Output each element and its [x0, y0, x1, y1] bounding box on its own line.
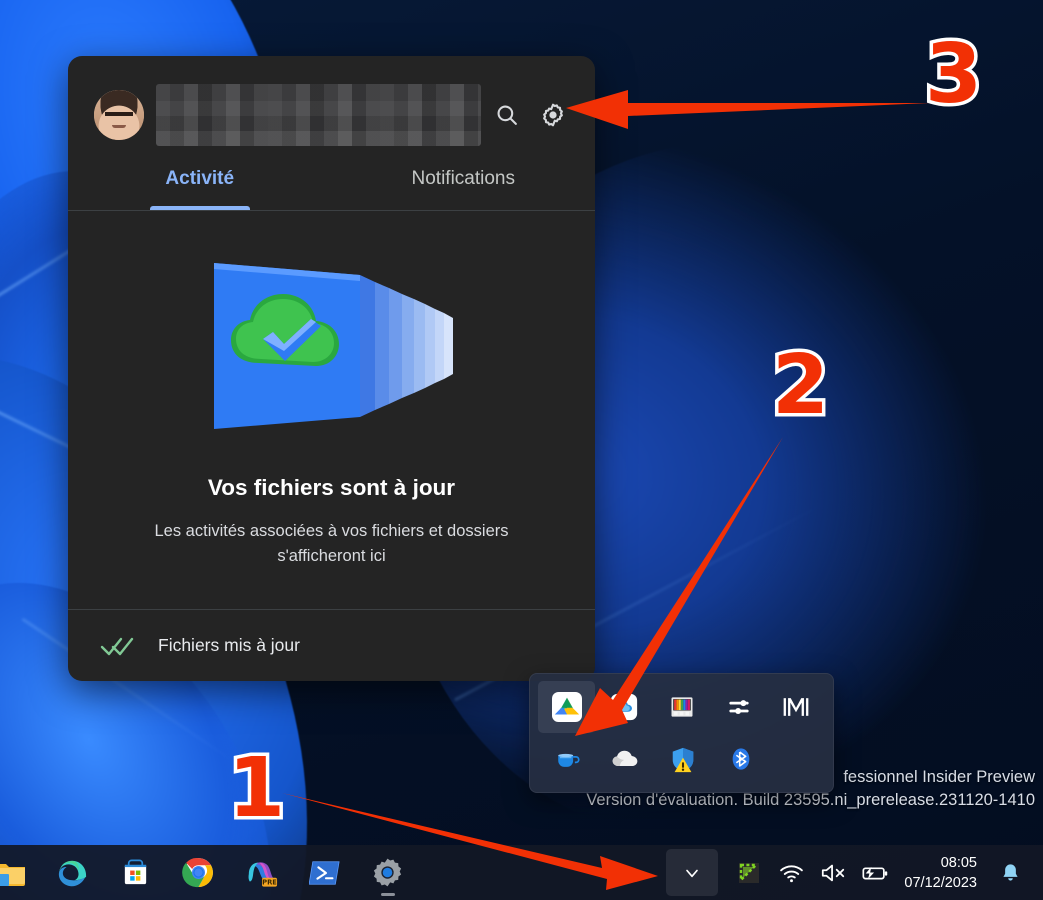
m-logo-icon[interactable]	[768, 681, 825, 733]
svg-text:PRE: PRE	[262, 878, 277, 886]
tray-overflow-popup	[529, 673, 834, 793]
chevron-up-icon[interactable]	[666, 849, 719, 896]
chrome-icon[interactable]	[167, 845, 230, 900]
google-drive-panel: Activité Notifications Vos fichiers sont…	[68, 56, 595, 681]
edge-icon[interactable]	[41, 845, 104, 900]
security-shield-warning-icon[interactable]	[654, 733, 712, 785]
sliders-icon[interactable]	[710, 681, 767, 733]
color-palette-icon[interactable]	[653, 681, 710, 733]
avatar[interactable]	[94, 90, 144, 140]
coffee-cup-icon[interactable]	[538, 733, 596, 785]
clock-time: 08:05	[940, 854, 977, 871]
bell-icon[interactable]	[989, 849, 1031, 896]
taskbar-apps: PRE	[0, 845, 419, 900]
search-icon[interactable]	[487, 95, 527, 135]
drive-panel-header	[68, 56, 595, 148]
settings-icon[interactable]	[356, 845, 419, 900]
account-name-redacted	[156, 84, 481, 146]
panel-title: Vos fichiers sont à jour	[207, 475, 456, 500]
cloud-check-files-stack-illustration	[213, 263, 453, 429]
tray-row-2	[538, 733, 825, 785]
bluetooth-icon[interactable]	[712, 733, 770, 785]
screen-capture-icon[interactable]	[728, 849, 770, 896]
screen: fessionnel Insider Preview Version d'éva…	[0, 0, 1043, 900]
tab-activite-label: Activité	[165, 168, 235, 189]
taskbar-clock[interactable]: 08:05 07/12/2023	[904, 853, 977, 893]
tray-row-1	[538, 681, 825, 733]
battery-charging-icon[interactable]	[854, 849, 896, 896]
wifi-icon[interactable]	[770, 849, 812, 896]
onedrive-blue-cloud-icon[interactable]	[595, 681, 652, 733]
google-drive-icon[interactable]	[538, 681, 596, 733]
drive-panel-body: Vos fichiers sont à jour Les activités a…	[68, 211, 595, 609]
onedrive-white-cloud-icon[interactable]	[596, 733, 654, 785]
taskbar: PRE 08:05 07/12/2023	[0, 845, 1043, 900]
double-check-icon	[100, 637, 134, 655]
clock-date: 07/12/2023	[904, 874, 977, 891]
copilot-icon[interactable]: PRE	[230, 845, 293, 900]
file-explorer-icon[interactable]	[0, 845, 41, 900]
files-updated-label: Fichiers mis à jour	[158, 635, 300, 655]
tab-activite[interactable]: Activité	[68, 148, 332, 210]
tab-notifications[interactable]: Notifications	[332, 148, 596, 210]
gear-icon[interactable]	[533, 95, 573, 135]
taskbar-tray: 08:05 07/12/2023	[666, 849, 1043, 896]
tab-notifications-label: Notifications	[411, 168, 516, 189]
drive-panel-tabs: Activité Notifications	[68, 148, 595, 210]
speaker-muted-icon[interactable]	[812, 849, 854, 896]
panel-subtitle: Les activités associées à vos fichiers e…	[154, 522, 509, 565]
files-updated-row[interactable]: Fichiers mis à jour	[68, 609, 595, 681]
powershell-icon[interactable]	[293, 845, 356, 900]
microsoft-store-icon[interactable]	[104, 845, 167, 900]
